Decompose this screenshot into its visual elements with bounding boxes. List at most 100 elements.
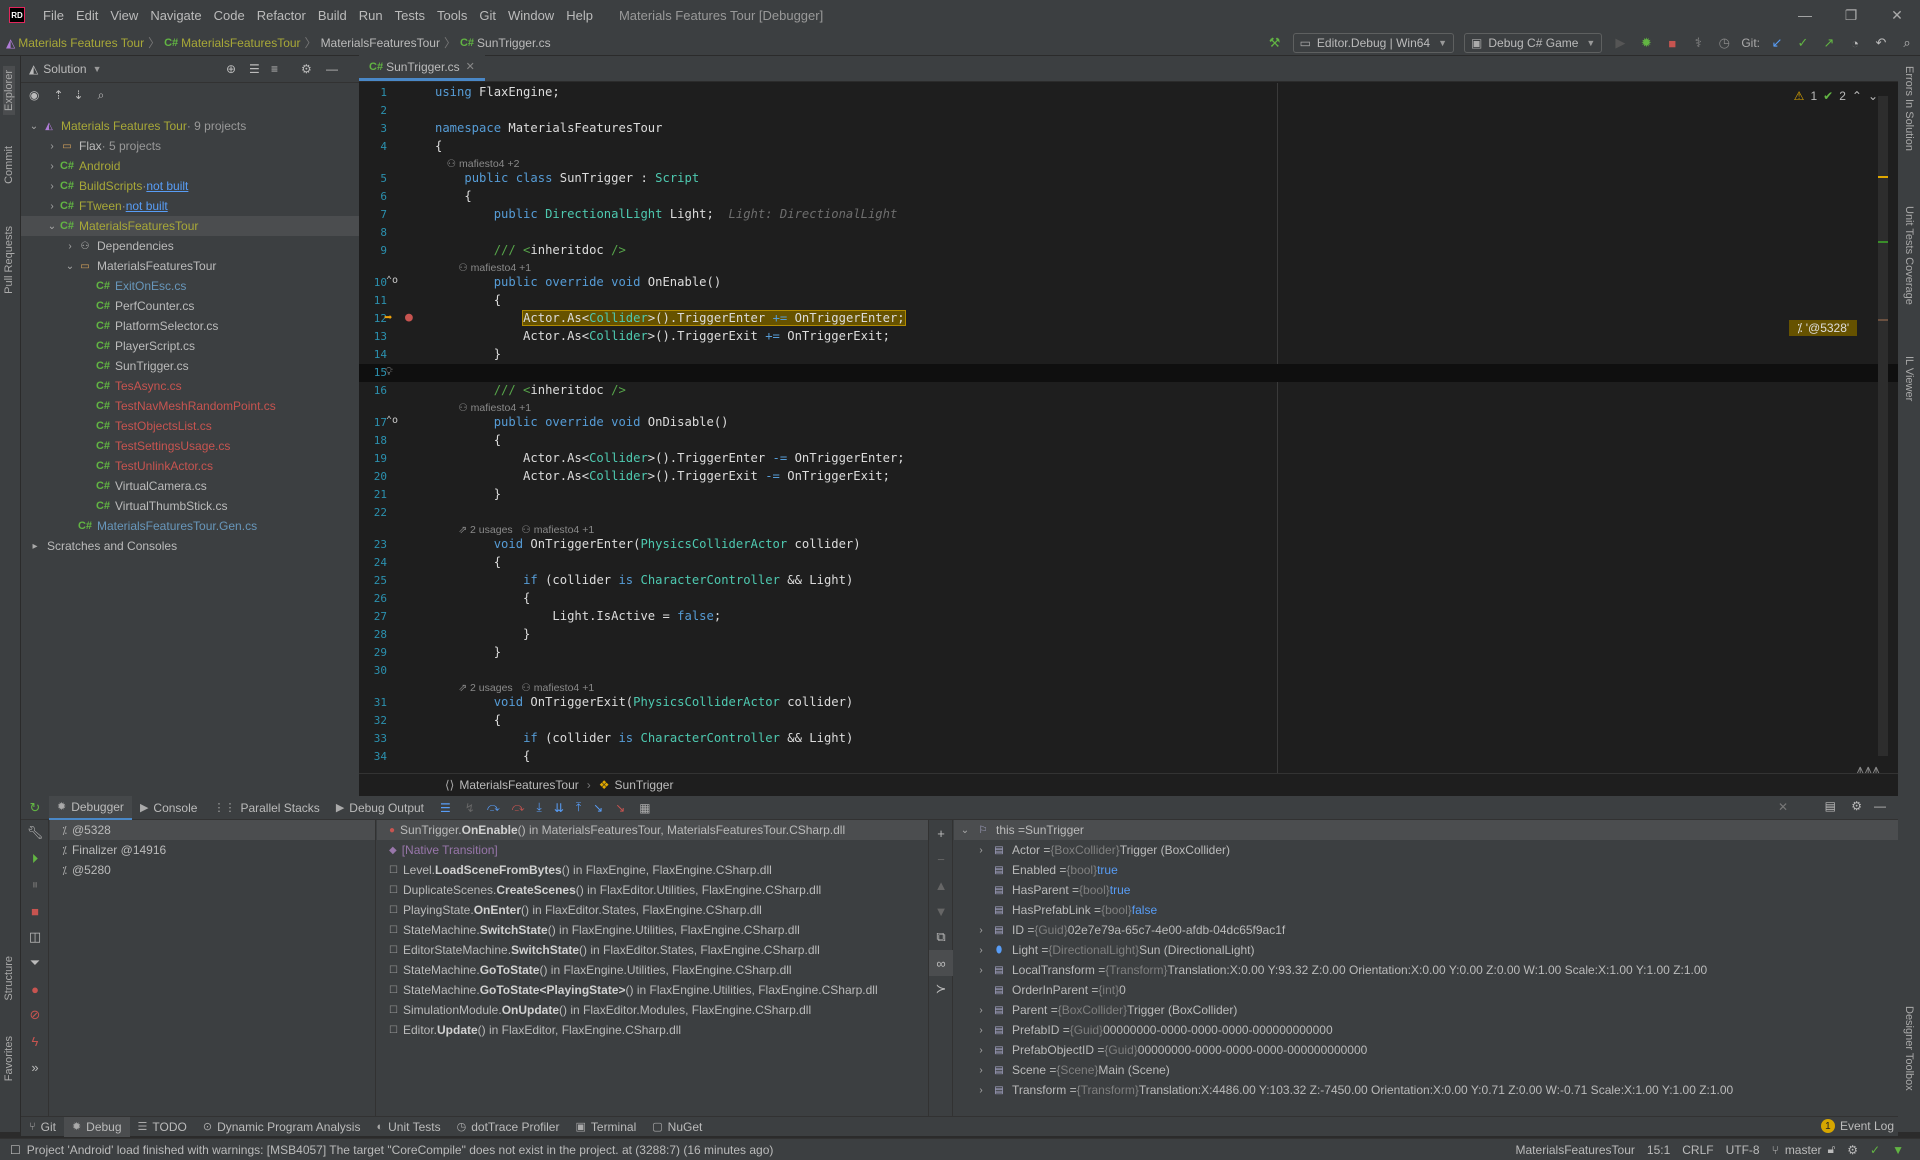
solution-ok-icon[interactable]: ✓	[1870, 1143, 1880, 1157]
stop-icon[interactable]: ■	[1661, 32, 1683, 54]
tree-item[interactable]: C# TestUnlinkActor.cs	[21, 456, 359, 476]
minimize-button[interactable]: —	[1782, 0, 1828, 30]
code-line[interactable]: if (collider is CharacterController && L…	[435, 573, 853, 587]
code-line[interactable]: Actor.As<Collider>().TriggerExit += OnTr…	[435, 329, 890, 343]
variable-row[interactable]: › ▤ LocalTransform = {Transform} Translati…	[954, 960, 1898, 980]
variable-row[interactable]: › ⬮ Light = {DirectionalLight} Sun (Direct…	[954, 940, 1898, 960]
il-viewer-tab[interactable]: IL Viewer	[1903, 356, 1915, 401]
resume-icon[interactable]: ⏵	[21, 846, 49, 872]
layout-icon[interactable]: ▤	[1825, 799, 1836, 813]
variable-row[interactable]: ▤ Enabled = {bool} true	[954, 860, 1898, 880]
editor-scrollbar[interactable]	[1878, 96, 1888, 756]
code-line[interactable]: {	[435, 139, 442, 153]
variable-row[interactable]: › ▤ Transform = {Transform} Translation:X:…	[954, 1080, 1898, 1100]
evaluate-expression-icon[interactable]: ▦	[639, 801, 650, 815]
stack-frame[interactable]: ☐ PlayingState. OnEnter() in FlaxEditor.St…	[377, 900, 928, 920]
bottom-tab-git[interactable]: ⑂ Git	[21, 1117, 64, 1137]
chevron-down-icon[interactable]: ⌄	[45, 221, 59, 232]
variable-row[interactable]: › ▤ Actor = {BoxCollider} Trigger (BoxColl…	[954, 840, 1898, 860]
tab-debugger[interactable]: ✹ Debugger	[49, 795, 132, 820]
close-session-icon[interactable]: ✕	[1778, 800, 1788, 814]
menu-tools[interactable]: Tools	[431, 8, 473, 23]
tab-parallel-stacks[interactable]: ⋮⋮ Parallel Stacks	[205, 796, 327, 820]
code-line[interactable]: public DirectionalLight Light; Light: Di…	[435, 207, 898, 221]
menu-code[interactable]: Code	[208, 8, 251, 23]
menu-run[interactable]: Run	[353, 8, 389, 23]
hide-debug-panel-icon[interactable]: —	[1874, 799, 1886, 813]
code-line[interactable]: {	[435, 591, 530, 605]
variable-row[interactable]: ⌄ ⚐ this = SunTrigger	[954, 820, 1898, 840]
tree-item[interactable]: › C# BuildScripts · not built	[21, 176, 359, 196]
step-into-icon[interactable]: ⤓	[536, 800, 541, 815]
view-breakpoints-icon[interactable]: ●	[21, 976, 49, 1002]
show-watches-icon[interactable]: ∞	[929, 950, 953, 976]
chevron-right-icon[interactable]: ›	[974, 1085, 988, 1096]
show-files-icon[interactable]: ◉	[29, 88, 39, 102]
code-line[interactable]: {	[435, 189, 471, 203]
thread-item[interactable]: ⁒ Finalizer @14916	[50, 840, 375, 860]
step-over-async-icon[interactable]: ⤼	[512, 800, 525, 815]
code-line[interactable]: public override void OnEnable()	[435, 275, 721, 289]
code-line[interactable]: {	[435, 555, 501, 569]
lightbulb-icon[interactable]: 💡︎	[385, 365, 393, 379]
pull-requests-tool-tab[interactable]: Pull Requests	[3, 226, 15, 294]
search-icon[interactable]: ⌕	[98, 88, 105, 103]
not-built-link[interactable]: not built	[146, 179, 188, 193]
code-line[interactable]: if (collider is CharacterController && L…	[435, 731, 853, 745]
tree-item[interactable]: › ▭ Flax · 5 projects	[21, 136, 359, 156]
restore-button[interactable]: ❐	[1828, 0, 1874, 30]
variable-row[interactable]: › ▤ ID = {Guid} 02e7e79a-65c7-4e00-afdb-04…	[954, 920, 1898, 940]
resharper-status-icon[interactable]: ▼	[1892, 1143, 1904, 1157]
code-lens[interactable]: ⚇ mafiesto4 +1	[435, 262, 531, 274]
breadcrumb-solution[interactable]: Materials Features Tour	[18, 36, 144, 50]
file-encoding[interactable]: UTF-8	[1726, 1143, 1760, 1157]
thread-item[interactable]: ⁒ @5328	[50, 820, 375, 840]
more-icon[interactable]: »	[21, 1054, 49, 1080]
code-line[interactable]: public override void OnDisable()	[435, 415, 729, 429]
code-lens[interactable]: ⚇ mafiesto4 +1	[435, 402, 531, 414]
override-gutter-icon[interactable]: ⌃o	[386, 275, 398, 286]
code-line[interactable]: namespace MaterialsFeaturesTour	[435, 121, 662, 135]
expand-all-icon[interactable]: ☰	[249, 62, 260, 76]
build-config-select[interactable]: ▭ Editor.Debug | Win64 ▼	[1292, 33, 1455, 53]
chevron-right-icon[interactable]: ›	[974, 1045, 988, 1056]
locate-icon[interactable]: ⊕	[226, 62, 236, 76]
close-window-button[interactable]: ✕	[1874, 0, 1920, 30]
stack-frame[interactable]: ☐ Level. LoadSceneFromBytes() in FlaxEngin…	[377, 860, 928, 880]
variable-row[interactable]: › ▤ PrefabID = {Guid} 00000000-0000-0000-0…	[954, 1020, 1898, 1040]
tree-item[interactable]: C# TestObjectsList.cs	[21, 416, 359, 436]
stack-frame[interactable]: ☐ SimulationModule. OnUpdate() in FlaxEdit…	[377, 1000, 928, 1020]
tree-item[interactable]: C# TestNavMeshRandomPoint.cs	[21, 396, 359, 416]
chevron-right-icon[interactable]: ›	[974, 1065, 988, 1076]
code-line[interactable]: void OnTriggerEnter(PhysicsColliderActor…	[435, 537, 861, 551]
tree-item[interactable]: C# VirtualCamera.cs	[21, 476, 359, 496]
coverage-icon[interactable]: ◷	[1713, 32, 1735, 54]
git-rollback-icon[interactable]: ↶	[1870, 32, 1892, 54]
menu-help[interactable]: Help	[560, 8, 599, 23]
mute-breakpoints-icon[interactable]: ⊘	[21, 1002, 49, 1028]
variable-row[interactable]: › ▤ Scene = {Scene} Main (Scene)	[954, 1060, 1898, 1080]
exception-breakpoint-icon[interactable]: ϟ	[21, 1028, 49, 1054]
debug-settings-gear-icon[interactable]: ⚙	[1851, 799, 1862, 813]
tree-item[interactable]: C# TestSettingsUsage.cs	[21, 436, 359, 456]
variable-row[interactable]: › ▤ Parent = {BoxCollider} Trigger (BoxCol…	[954, 1000, 1898, 1020]
code-line[interactable]: {	[435, 293, 501, 307]
bottom-tab-dynamic-program-analysis[interactable]: ⊙ Dynamic Program Analysis	[195, 1117, 369, 1137]
profile-icon[interactable]: ⚕	[1687, 32, 1709, 54]
bottom-tab-dottrace-profiler[interactable]: ◷ dotTrace Profiler	[449, 1117, 568, 1137]
tree-item[interactable]: C# MaterialsFeaturesTour.Gen.cs	[21, 516, 359, 536]
menu-build[interactable]: Build	[312, 8, 353, 23]
collapse-all-icon[interactable]: ≡	[271, 62, 278, 76]
status-message[interactable]: Project 'Android' load finished with war…	[27, 1143, 774, 1157]
duplicate-watch-icon[interactable]: ⧉	[929, 924, 953, 950]
rerun-icon[interactable]: ↻	[21, 795, 49, 821]
line-ending[interactable]: CRLF	[1682, 1143, 1713, 1157]
menu-navigate[interactable]: Navigate	[144, 8, 207, 23]
code-line[interactable]: }	[435, 645, 501, 659]
tree-item[interactable]: C# ExitOnEsc.cs	[21, 276, 359, 296]
variable-row[interactable]: › ▤ PrefabObjectID = {Guid} 00000000-0000-…	[954, 1040, 1898, 1060]
breadcrumb-file[interactable]: SunTrigger.cs	[477, 36, 551, 50]
tree-item[interactable]: C# PlayerScript.cs	[21, 336, 359, 356]
status-project[interactable]: MaterialsFeaturesTour	[1516, 1143, 1635, 1157]
chevron-right-icon[interactable]: ›	[974, 925, 988, 936]
